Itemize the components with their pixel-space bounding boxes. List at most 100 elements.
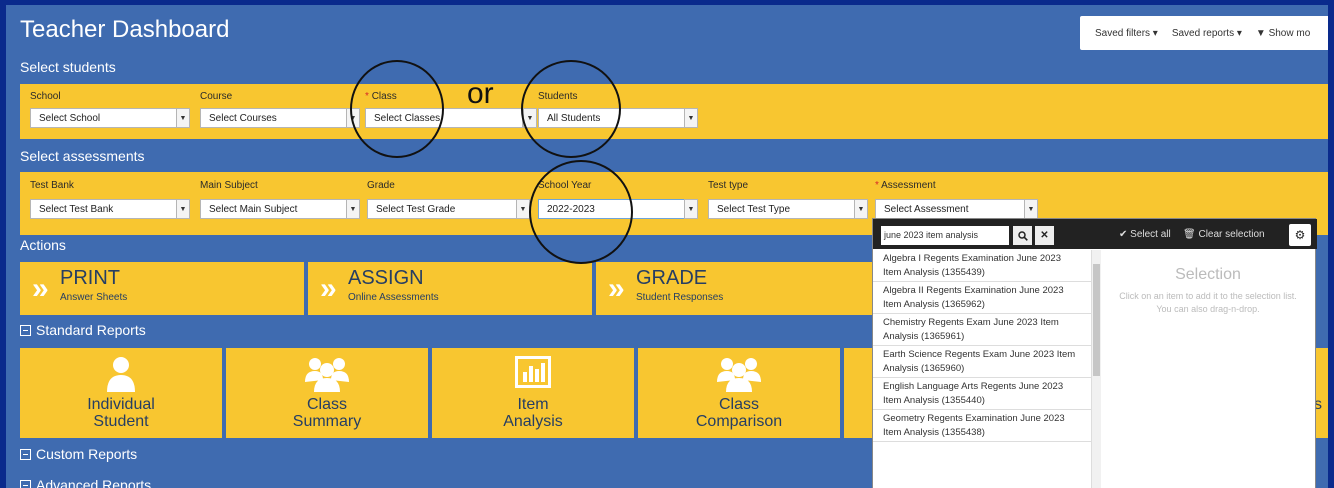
print-title: PRINT [60,267,120,289]
label-line-2: Student [93,413,149,430]
main-subject-select[interactable]: Select Main Subject [200,199,360,219]
select-assessments-heading: Select assessments [20,148,145,164]
assign-subtitle: Online Assessments [348,292,439,303]
collapse-icon [20,325,31,336]
chevron-down-icon[interactable]: ▼ [684,199,698,219]
label-line-1: Class [718,396,759,413]
individual-student-label: Individual Student [20,396,222,430]
assessment-label: * Assessment [875,180,936,191]
list-item[interactable]: Algebra I Regents Examination June 2023 … [873,250,1094,282]
individual-student-report-tile[interactable]: Individual Student [20,348,222,438]
list-item[interactable]: Geometry Regents Examination June 2023 I… [873,410,1094,442]
school-label: School [30,91,61,102]
assessment-label-text: Assessment [881,180,936,191]
annotation-circle-class [350,60,444,158]
assessment-option-list: Algebra I Regents Examination June 2023 … [873,250,1095,488]
page-title: Teacher Dashboard [20,16,230,43]
course-select[interactable]: Select Courses [200,108,358,128]
annotation-or-text: or [467,77,494,110]
annotation-circle-school-year [529,160,633,264]
standard-reports-heading: Standard Reports [36,322,146,338]
assessment-select[interactable]: Select Assessment [875,199,1025,219]
select-all-button[interactable]: ✔ Select all [1119,229,1171,240]
grade-select[interactable]: Select Test Grade [367,199,525,219]
chevron-down-icon[interactable]: ▼ [1024,199,1038,219]
item-analysis-label: Item Analysis [432,396,634,430]
double-chevron-right-icon: » [32,272,49,305]
selection-pane: Selection Click on an item to add it to … [1103,250,1313,488]
standard-reports-toggle[interactable]: Standard Reports [20,322,146,338]
gear-icon[interactable]: ⚙ [1289,224,1311,246]
label-line-2: Comparison [695,413,783,430]
custom-reports-heading: Custom Reports [36,446,138,462]
label-line-2: Analysis [503,413,563,430]
test-bank-label: Test Bank [30,180,74,191]
selection-hint: Click on an item to add it to the select… [1119,291,1297,314]
label-line-1: Item [517,396,549,413]
item-analysis-report-tile[interactable]: Item Analysis [432,348,634,438]
main-subject-label: Main Subject [200,180,258,191]
double-chevron-right-icon: » [608,272,625,305]
chevron-down-icon[interactable]: ▼ [854,199,868,219]
filter-icon: ▼ [1255,27,1266,39]
assessment-dropdown: june 2023 item analysis ✕ ✔ Select all 🗑… [872,218,1317,488]
grade-subtitle: Student Responses [636,292,724,303]
list-scrollbar[interactable] [1091,250,1101,488]
required-marker: * [875,180,879,191]
show-more-button[interactable]: ▼ Show mo [1256,28,1310,39]
class-summary-label: Class Summary [226,396,428,430]
dashboard-page: Teacher Dashboard Saved filters ▾ Saved … [6,5,1328,488]
clear-search-icon[interactable]: ✕ [1035,226,1054,245]
double-chevron-right-icon: » [320,272,337,305]
test-type-select[interactable]: Select Test Type [708,199,866,219]
students-filter-band: School Select School ▼ Course Select Cou… [20,84,1328,139]
label-line-1: Class [306,396,347,413]
chevron-down-icon[interactable]: ▼ [346,199,360,219]
actions-heading: Actions [20,237,66,253]
expand-icon [20,480,31,488]
advanced-reports-heading: Advanced Reports [36,477,152,488]
group-icon [305,358,349,392]
dropdown-header: june 2023 item analysis ✕ ✔ Select all 🗑… [873,219,1317,249]
person-icon [107,357,135,392]
select-students-heading: Select students [20,59,116,75]
list-item[interactable]: Earth Science Regents Exam June 2023 Ite… [873,346,1094,378]
advanced-reports-toggle[interactable]: Advanced Reports [20,477,151,488]
label-line-2: Summary [292,413,362,430]
show-more-label: Show mo [1268,27,1311,39]
class-comparison-report-tile[interactable]: Class Comparison [638,348,840,438]
chevron-down-icon[interactable]: ▼ [684,108,698,128]
class-comparison-label: Class Comparison [638,396,840,430]
print-subtitle: Answer Sheets [60,292,128,303]
chevron-down-icon[interactable]: ▼ [516,199,530,219]
class-summary-report-tile[interactable]: Class Summary [226,348,428,438]
chevron-down-icon[interactable]: ▼ [176,199,190,219]
test-type-label: Test type [708,180,749,191]
list-item[interactable]: English Language Arts Regents June 2023 … [873,378,1094,410]
course-label: Course [200,91,233,102]
toolbar: Saved filters ▾ Saved reports ▾ ▼ Show m… [1080,16,1328,50]
grade-title: GRADE [636,267,708,289]
selection-title: Selection [1175,266,1241,283]
search-icon[interactable] [1013,226,1032,245]
label-line-1: Individual [87,396,155,413]
expand-icon [20,449,31,460]
school-select[interactable]: Select School [30,108,188,128]
chevron-down-icon[interactable]: ▼ [176,108,190,128]
clear-selection-button[interactable]: 🗑 Clear selection [1183,229,1265,240]
group-icon [717,358,761,392]
grade-responses-tile[interactable]: » GRADE Student Responses [596,262,880,315]
saved-filters-button[interactable]: Saved filters ▾ [1095,28,1158,39]
saved-reports-button[interactable]: Saved reports ▾ [1172,28,1242,39]
test-bank-select[interactable]: Select Test Bank [30,199,190,219]
list-item[interactable]: Chemistry Regents Exam June 2023 Item An… [873,314,1094,346]
assign-online-tile[interactable]: » ASSIGN Online Assessments [308,262,592,315]
annotation-circle-students [521,60,621,158]
bar-chart-icon [515,356,551,388]
grade-label: Grade [367,180,395,191]
assessment-search-input[interactable]: june 2023 item analysis [881,226,1009,245]
print-answer-sheets-tile[interactable]: » PRINT Answer Sheets [20,262,304,315]
list-item[interactable]: Algebra II Regents Examination June 2023… [873,282,1094,314]
scrollbar-thumb[interactable] [1093,264,1100,376]
custom-reports-toggle[interactable]: Custom Reports [20,446,137,462]
